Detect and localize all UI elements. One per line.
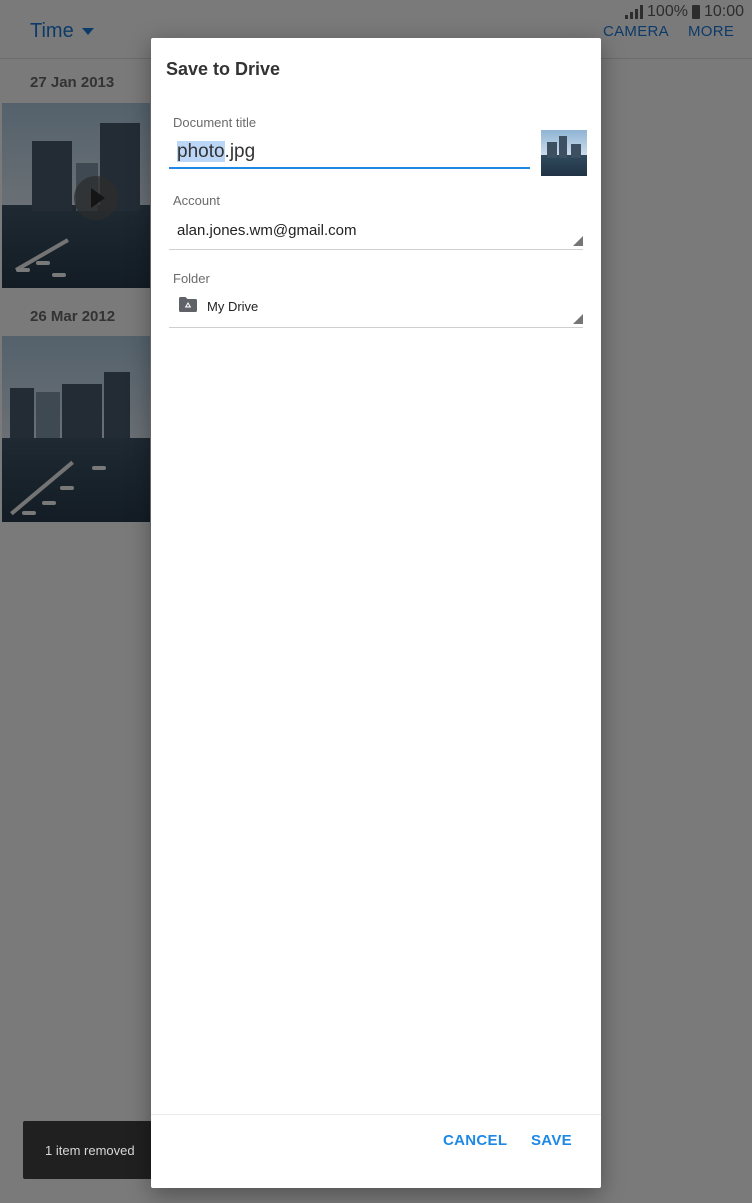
screen: 100% 10:00 Time CAMERA MORE 27 Jan 2013 … [0,0,752,1203]
account-label: Account [173,193,220,208]
dialog-title: Save to Drive [166,59,281,79]
dialog-footer-divider [151,1114,601,1115]
folder-select[interactable]: My Drive [169,292,583,328]
filename-extension: .jpg [224,141,256,162]
account-value: alan.jones.wm@gmail.com [177,222,357,239]
dropdown-arrow-icon [573,314,583,324]
dropdown-arrow-icon [573,236,583,246]
snackbar-text: 1 item removed [45,1142,135,1158]
folder-value: My Drive [207,299,259,314]
document-title-label: Document title [173,115,257,130]
cancel-button[interactable]: CANCEL [443,1132,507,1149]
save-button[interactable]: SAVE [531,1132,572,1149]
file-preview-thumbnail [541,130,587,176]
drive-folder-icon [179,297,197,312]
account-select[interactable]: alan.jones.wm@gmail.com [169,214,583,250]
selected-filename-text: photo [177,141,225,162]
save-to-drive-dialog: Save to Drive Document title photo.jpg A… [151,38,601,1188]
document-title-input[interactable]: photo.jpg [169,138,530,169]
folder-label: Folder [173,271,210,286]
